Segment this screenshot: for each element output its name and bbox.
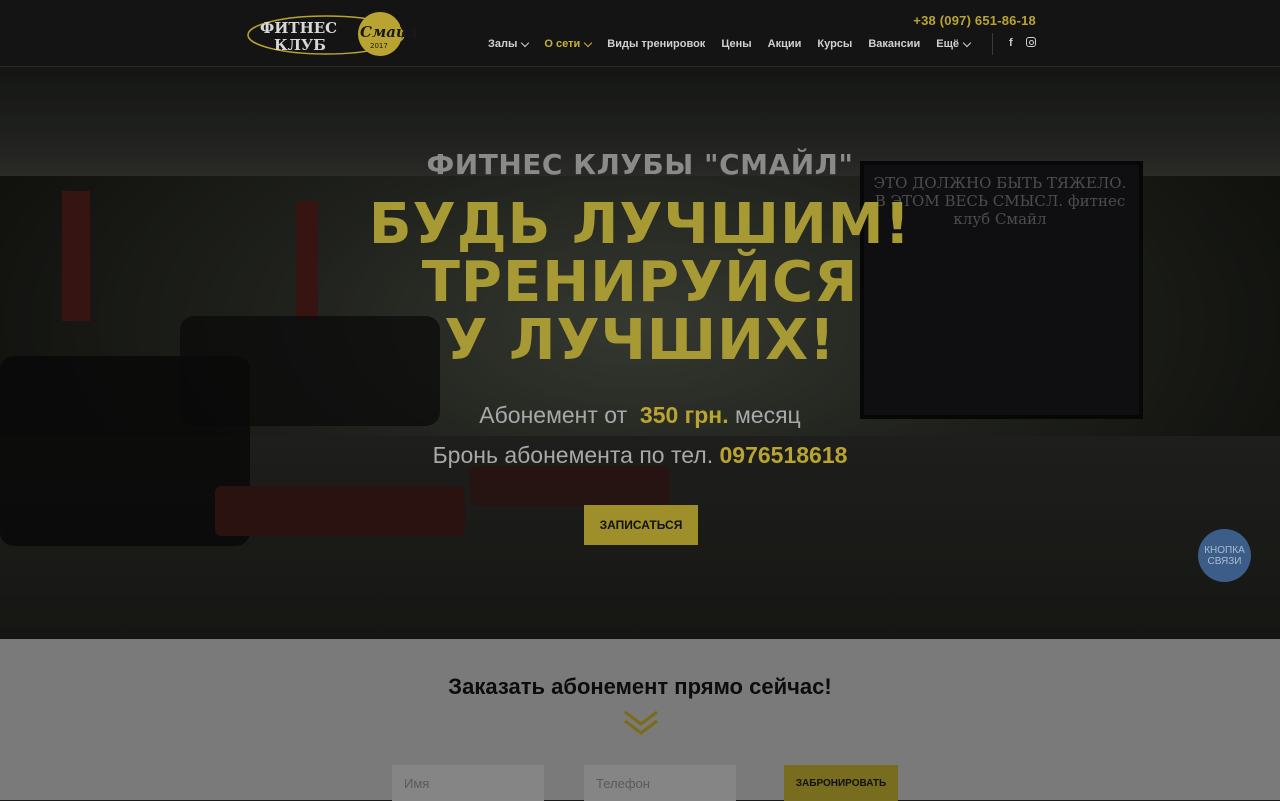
hero-title-line: БУДЬ ЛУЧШИМ! xyxy=(368,192,912,257)
nav-item-courses[interactable]: Курсы xyxy=(809,37,860,51)
price-suffix: месяц xyxy=(734,402,801,428)
logo-text-1: ФИТНЕС xyxy=(260,19,337,37)
price-value: 350 грн. xyxy=(639,402,729,428)
hero-title-line: У ЛУЧШИХ! xyxy=(444,308,836,373)
club-logo[interactable]: ФИТНЕС КЛУБ Смайл 2017 xyxy=(246,10,416,60)
hero-subtitle: ФИТНЕС КЛУБЫ "СМАЙЛ" xyxy=(426,148,854,181)
nav-item-vacancies[interactable]: Вакансии xyxy=(860,37,928,51)
nav-item-label: Курсы xyxy=(817,38,853,50)
nav-divider xyxy=(992,33,993,55)
hero-booking-phone: Бронь абонемента по тел. 0976518618 xyxy=(0,442,1280,469)
hero-title: БУДЬ ЛУЧШИМ! ТРЕНИРУЙСЯ У ЛУЧШИХ! xyxy=(0,196,1280,370)
main-nav: Залы О сети Виды тренировок Цены Акции К… xyxy=(480,37,978,51)
header-phone[interactable]: +38 (097) 651-86-18 xyxy=(913,13,1036,28)
nav-item-halls[interactable]: Залы xyxy=(480,37,536,51)
nav-item-label: Акции xyxy=(767,38,802,50)
site-header: ФИТНЕС КЛУБ Смайл 2017 +38 (097) 651-86-… xyxy=(0,0,1280,67)
nav-item-workouts[interactable]: Виды тренировок xyxy=(599,37,713,51)
club-logo-graphic: ФИТНЕС КЛУБ Смайл 2017 xyxy=(247,12,416,56)
contact-button[interactable]: КНОПКА СВЯЗИ xyxy=(1198,529,1251,582)
price-prefix: Абонемент от xyxy=(479,402,628,428)
phone-prefix: Бронь абонемента по тел. xyxy=(432,442,714,468)
contact-button-line: КНОПКА xyxy=(1204,544,1245,556)
chevron-down-icon xyxy=(962,38,972,47)
logo-text-2: КЛУБ xyxy=(274,36,326,54)
instagram-icon[interactable] xyxy=(1026,37,1036,47)
book-button[interactable]: ЗАБРОНИРОВАТЬ xyxy=(784,765,898,801)
nav-item-promos[interactable]: Акции xyxy=(760,37,810,51)
double-chevron-down-icon xyxy=(624,710,658,735)
name-field[interactable] xyxy=(392,765,544,801)
nav-item-prices[interactable]: Цены xyxy=(713,37,759,51)
hero-section: ЭТО ДОЛЖНО БЫТЬ ТЯЖЕЛО. В ЭТОМ ВЕСЬ СМЫС… xyxy=(0,66,1280,639)
nav-item-label: Ещё xyxy=(936,38,960,50)
nav-item-label: Вакансии xyxy=(868,38,921,50)
chevron-down-icon xyxy=(584,38,593,47)
nav-item-more[interactable]: Ещё xyxy=(928,37,978,51)
chevron-down-icon xyxy=(521,38,530,47)
facebook-icon[interactable]: f xyxy=(1009,37,1013,49)
nav-item-label: Цены xyxy=(721,38,752,50)
logo-year: 2017 xyxy=(370,42,388,50)
order-title: Заказать абонемент прямо сейчас! xyxy=(448,674,832,699)
contact-button-line: СВЯЗИ xyxy=(1207,555,1242,567)
logo-script: Смайл xyxy=(360,23,416,41)
nav-item-about[interactable]: О сети xyxy=(536,37,599,51)
phone-field[interactable] xyxy=(584,765,736,801)
nav-item-label: О сети xyxy=(544,38,581,50)
phone-value[interactable]: 0976518618 xyxy=(719,442,847,468)
hero-price: Абонемент от 350 грн. месяц xyxy=(0,402,1280,429)
nav-item-label: Залы xyxy=(488,38,518,50)
order-section: Заказать абонемент прямо сейчас! ЗАБРОНИ… xyxy=(0,639,1280,801)
signup-button[interactable]: ЗАПИСАТЬСЯ xyxy=(584,505,698,545)
nav-item-label: Виды тренировок xyxy=(607,38,706,50)
hero-title-line: ТРЕНИРУЙСЯ xyxy=(421,250,859,315)
